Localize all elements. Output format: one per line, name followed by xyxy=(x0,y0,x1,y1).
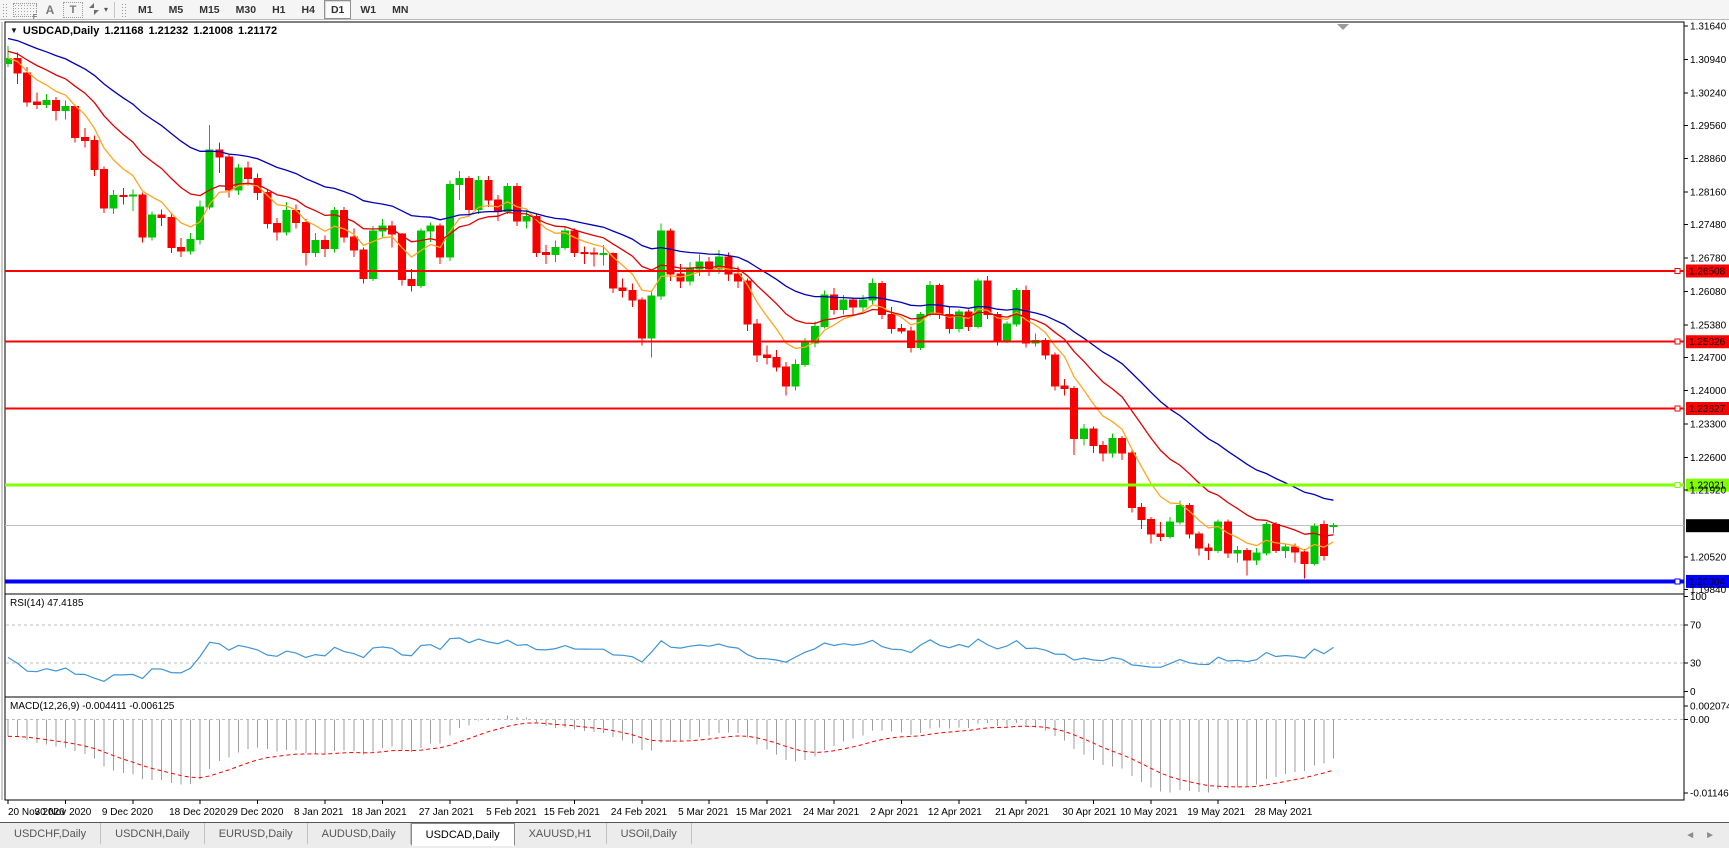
price-axis-tick: 1.30940 xyxy=(1690,55,1727,66)
date-axis-label: 15 Feb 2021 xyxy=(544,807,601,818)
price-axis-tick: 1.24700 xyxy=(1690,353,1727,364)
symbol-tab-label: EURUSD,Daily xyxy=(218,827,293,840)
price-axis-tick: 1.28860 xyxy=(1690,154,1727,165)
date-axis-label: 28 May 2021 xyxy=(1254,807,1312,818)
mt4-terminal: { "toolbar": { "tools": [ {"name": "char… xyxy=(0,0,1729,848)
date-axis-label: 29 Dec 2020 xyxy=(227,807,284,818)
price-axis-tick: 1.22600 xyxy=(1690,453,1727,464)
hline-price-badge-text: 1.25026 xyxy=(1689,337,1726,348)
symbol-tab-bar: USDCHF,Daily USDCNH,Daily EURUSD,Daily AUDU… xyxy=(0,822,1729,848)
date-axis-label: 10 May 2021 xyxy=(1120,807,1178,818)
chart-title: ▼ USDCAD,Daily 1.21168 1.21232 1.21008 1.2117… xyxy=(10,25,277,37)
symbol-tab[interactable]: USDCAD,Daily xyxy=(410,823,515,846)
price-axis-tick: 1.24000 xyxy=(1690,386,1727,397)
tab-scroll-right-arrow[interactable]: ► xyxy=(1705,830,1715,841)
rsi-axis-tick: 0 xyxy=(1690,687,1696,698)
symbol-tab[interactable]: USOil,Daily xyxy=(607,823,692,844)
hline-handle[interactable] xyxy=(1674,405,1681,412)
price-axis-tick: 1.21920 xyxy=(1690,485,1727,496)
price-axis-tick: 1.25380 xyxy=(1690,320,1727,331)
symbol-tab-label: USDCAD,Daily xyxy=(425,828,500,841)
price-chart-canvas[interactable]: 1.265081.250261.236271.220211.200041.316… xyxy=(0,0,1729,848)
date-axis-label: 2 Apr 2021 xyxy=(870,807,919,818)
date-axis-label: 18 Jan 2021 xyxy=(352,807,407,818)
date-axis-label: 8 Jan 2021 xyxy=(294,807,344,818)
symbol-tab[interactable]: USDCNH,Daily xyxy=(101,823,205,844)
date-axis-label: 5 Feb 2021 xyxy=(486,807,537,818)
tab-scroll-arrows: ◄ ► xyxy=(1685,823,1729,848)
date-axis-label: 19 May 2021 xyxy=(1187,807,1245,818)
panel-frame xyxy=(4,593,1685,698)
rsi-indicator-label: RSI(14) 47.4185 xyxy=(10,598,84,609)
symbol-tab-label: XAUUSD,H1 xyxy=(528,827,592,840)
macd-axis-tick: 0.00 xyxy=(1690,715,1710,726)
symbol-tab-label: AUDUSD,Daily xyxy=(321,827,396,840)
chart-title-collapse-icon[interactable]: ▼ xyxy=(10,26,18,35)
price-axis-tick: 1.23300 xyxy=(1690,420,1727,431)
symbol-tab[interactable]: EURUSD,Daily xyxy=(205,823,308,844)
ohlc-low: 1.21008 xyxy=(193,25,234,37)
symbol-tab[interactable]: AUDUSD,Daily xyxy=(308,823,411,844)
hline-handle[interactable] xyxy=(1674,267,1681,274)
macd-indicator-label: MACD(12,26,9) -0.004411 -0.006125 xyxy=(10,701,175,712)
date-axis-label: 18 Dec 2020 xyxy=(169,807,226,818)
date-axis-label: 30 Nov 2020 xyxy=(35,807,92,818)
price-axis-tick: 1.30240 xyxy=(1690,88,1727,99)
ohlc-close: 1.21172 xyxy=(238,25,278,37)
symbol-tab[interactable]: USDCHF,Daily xyxy=(0,823,102,844)
price-axis-tick: 1.20520 xyxy=(1690,552,1727,563)
symbol-tab-label: USDCHF,Daily xyxy=(14,827,87,840)
tab-scroll-left-arrow[interactable]: ◄ xyxy=(1685,830,1695,841)
ohlc-open: 1.21168 xyxy=(104,25,144,37)
price-axis-tick: 1.28160 xyxy=(1690,188,1727,199)
date-axis-label: 9 Dec 2020 xyxy=(102,807,154,818)
date-axis-label: 15 Mar 2021 xyxy=(736,807,793,818)
ohlc-high: 1.21232 xyxy=(148,25,189,37)
rsi-axis-tick: 30 xyxy=(1690,659,1702,670)
symbol-tab-label: USDCNH,Daily xyxy=(115,827,190,840)
chart-symbol-period: USDCAD,Daily xyxy=(22,25,100,37)
date-axis-label: 12 Apr 2021 xyxy=(928,807,982,818)
panel-frame xyxy=(4,696,1685,801)
hline-handle[interactable] xyxy=(1674,482,1681,489)
hline-price-badge-text: 1.23627 xyxy=(1689,404,1726,415)
price-axis-tick: 1.27480 xyxy=(1690,220,1727,231)
macd-axis-tick: -0.011462 xyxy=(1690,788,1729,799)
macd-axis-tick: 0.002074 xyxy=(1690,701,1729,712)
hline-price-badge-text: 1.26508 xyxy=(1689,266,1726,277)
date-axis-label: 24 Mar 2021 xyxy=(803,807,860,818)
hline-handle[interactable] xyxy=(1674,338,1681,345)
symbol-tab-label: USOil,Daily xyxy=(620,827,677,840)
price-axis-tick: 1.29560 xyxy=(1690,121,1727,132)
hline-handle[interactable] xyxy=(1674,578,1681,585)
price-axis-tick: 1.26780 xyxy=(1690,253,1727,264)
rsi-axis-tick: 100 xyxy=(1690,592,1707,603)
date-axis-label: 21 Apr 2021 xyxy=(995,807,1049,818)
date-axis-label: 30 Apr 2021 xyxy=(1062,807,1116,818)
date-axis-label: 27 Jan 2021 xyxy=(419,807,474,818)
symbol-tab[interactable]: XAUUSD,H1 xyxy=(515,823,607,844)
price-axis-tick: 1.26080 xyxy=(1690,287,1727,298)
price-axis-tick: 1.31640 xyxy=(1690,22,1727,33)
date-axis-label: 24 Feb 2021 xyxy=(611,807,668,818)
rsi-axis-tick: 70 xyxy=(1690,621,1702,632)
date-axis-label: 5 Mar 2021 xyxy=(678,807,729,818)
current-price-badge-text: 1.21172 xyxy=(1689,521,1725,532)
